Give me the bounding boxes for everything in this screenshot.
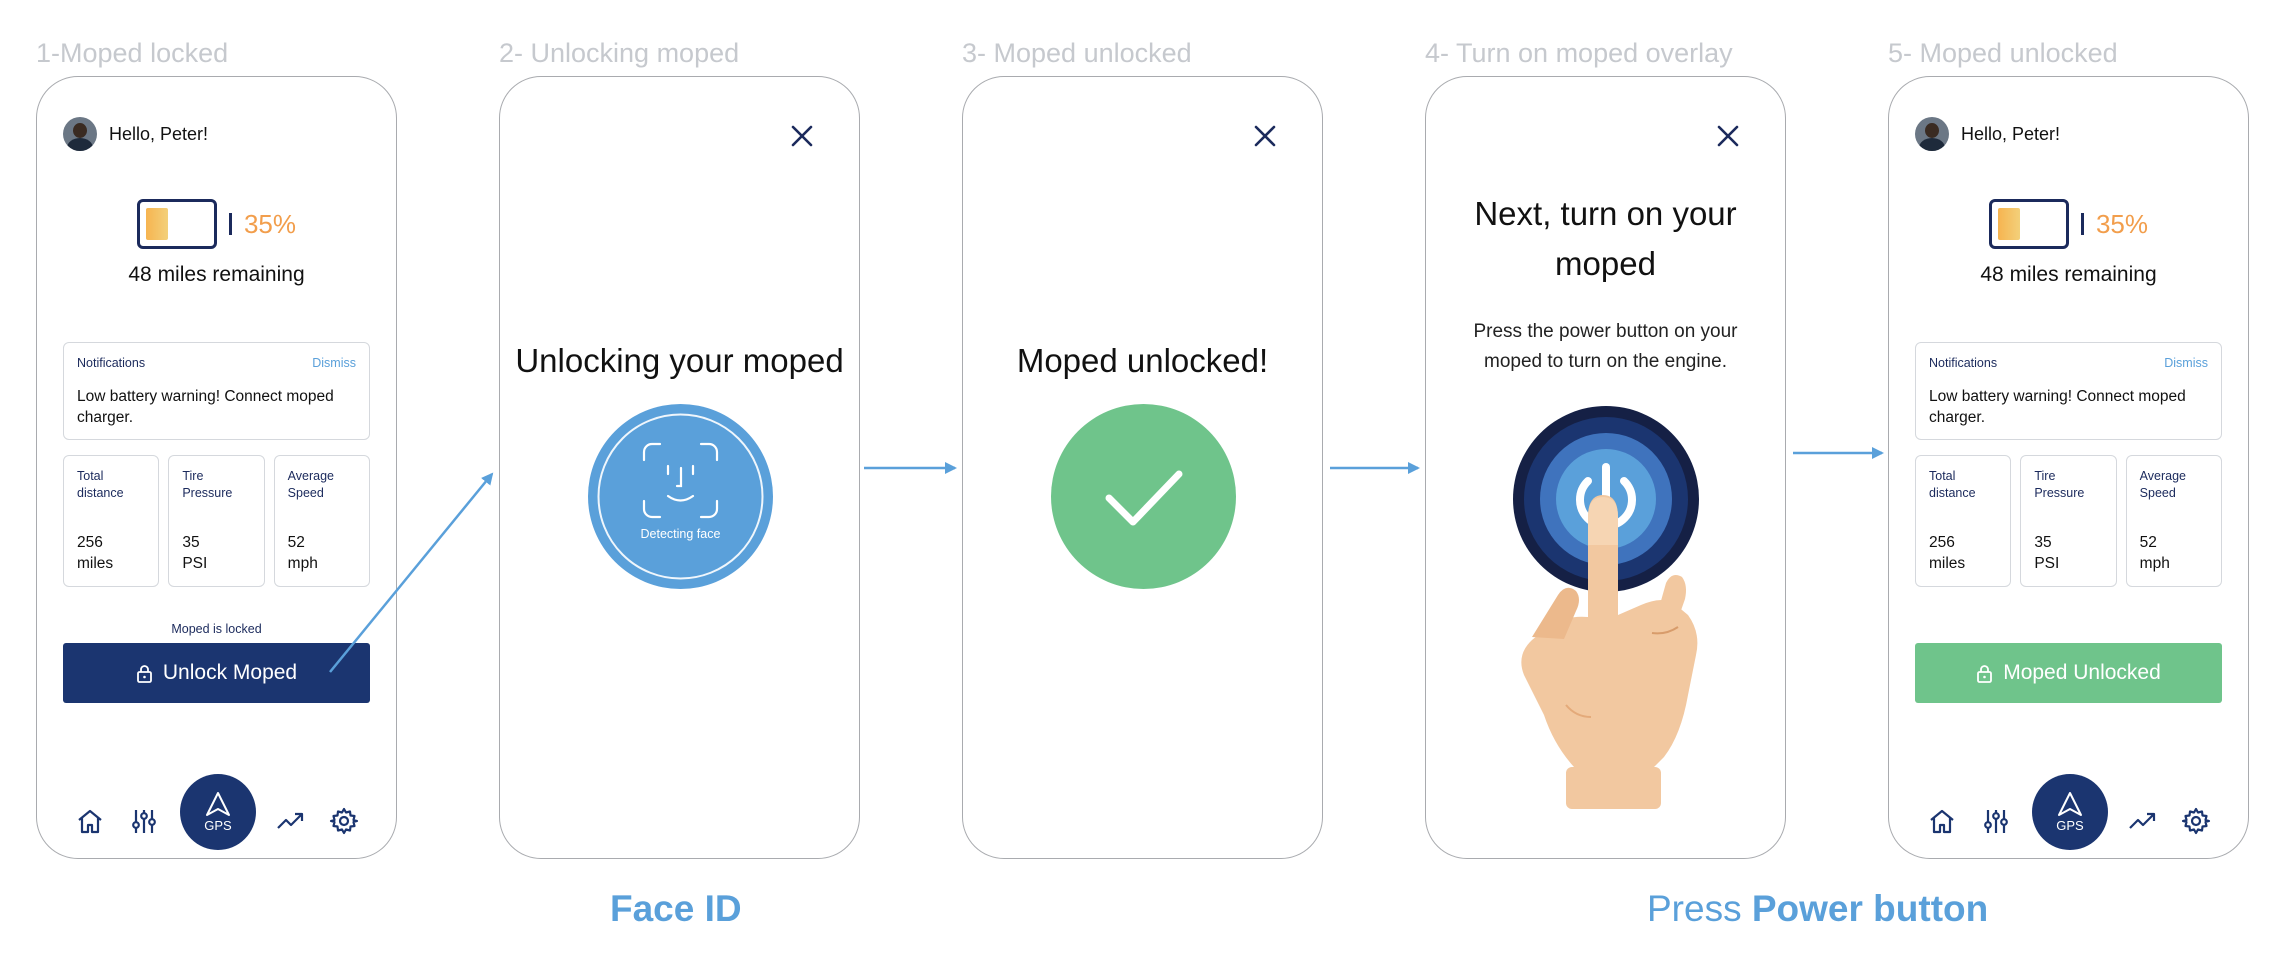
notification-card: Notifications Dismiss Low battery warnin… <box>63 342 370 440</box>
gps-button[interactable]: GPS <box>2032 774 2108 850</box>
stat-label: Total distance <box>1929 469 1976 500</box>
stats-row: Total distance 256 miles Tire Pressure 3… <box>1915 455 2222 587</box>
face-id-icon <box>597 413 764 580</box>
caption-power-button-text: Power button <box>1751 888 1989 929</box>
stat-value: 35 PSI <box>182 534 208 572</box>
trending-up-icon[interactable] <box>2127 806 2157 836</box>
dismiss-link[interactable]: Dismiss <box>2164 356 2208 370</box>
notification-message: Low battery warning! Connect moped charg… <box>77 388 334 426</box>
unlocked-title: Moped unlocked! <box>1016 342 1269 379</box>
stat-value: 35 PSI <box>2034 534 2060 572</box>
phone-screen-power-on: Next, turn on your moped Press the power… <box>1425 76 1786 859</box>
stat-value: 256 miles <box>1929 534 1966 572</box>
stat-label: Total distance <box>77 469 124 500</box>
gear-icon[interactable] <box>2181 806 2211 836</box>
phone-screen-unlocked: Moped unlocked! <box>962 76 1323 859</box>
caption-press-text: Press <box>1647 888 1742 929</box>
caption-press-power: Press Power button <box>1647 888 1988 930</box>
stat-card-speed: Average Speed 52 mph <box>273 455 370 587</box>
close-icon[interactable] <box>1715 123 1741 149</box>
unlocked-lock-icon <box>1977 664 1993 683</box>
detecting-face-label: Detecting face <box>640 527 721 541</box>
notification-title: Notifications <box>1929 356 1998 370</box>
notification-title: Notifications <box>77 356 146 370</box>
step-label-4: 4- Turn on moped overlay <box>1425 38 1733 68</box>
close-icon[interactable] <box>789 123 815 149</box>
greeting-text: Hello, Peter! <box>109 123 209 144</box>
stat-card-tire-pressure: Tire Pressure 35 PSI <box>2020 455 2117 587</box>
navigation-arrow-icon <box>2058 792 2082 816</box>
trending-up-icon[interactable] <box>275 806 305 836</box>
stat-card-distance: Total distance 256 miles <box>63 455 160 587</box>
face-detect-circle: Detecting face <box>588 404 773 589</box>
power-button-illustration <box>1513 406 1699 809</box>
avatar[interactable] <box>1915 117 1949 151</box>
power-title-line2: moped <box>1555 245 1656 282</box>
avatar[interactable] <box>63 117 97 151</box>
stat-card-distance: Total distance 256 miles <box>1915 455 2012 587</box>
step-label-1: 1-Moped locked <box>36 38 229 68</box>
dismiss-link[interactable]: Dismiss <box>312 356 356 370</box>
stat-label: Average Speed <box>2139 469 2186 500</box>
stat-label: Tire Pressure <box>182 469 233 500</box>
step-label-2: 2- Unlocking moped <box>499 38 740 68</box>
battery-indicator: 35% <box>37 199 396 249</box>
close-icon[interactable] <box>1252 123 1278 149</box>
step-label-3: 3- Moped unlocked <box>962 38 1192 68</box>
gps-button[interactable]: GPS <box>180 774 256 850</box>
battery-indicator: 35% <box>1889 199 2248 249</box>
navigation-arrow-icon <box>206 792 230 816</box>
battery-icon <box>136 199 217 249</box>
stat-value: 52 mph <box>2139 534 2170 572</box>
battery-percent: 35% <box>243 208 297 239</box>
greeting-row: Hello, Peter! <box>63 117 208 151</box>
unlock-moped-button[interactable]: Unlock Moped <box>63 643 370 703</box>
caption-face-id: Face ID <box>610 888 742 930</box>
greeting-row: Hello, Peter! <box>1915 117 2060 151</box>
notification-card: Notifications Dismiss Low battery warnin… <box>1915 342 2222 440</box>
sliders-icon[interactable] <box>1981 806 2011 836</box>
power-desc-line1: Press the power button on your <box>1473 321 1738 342</box>
home-icon[interactable] <box>75 806 105 836</box>
moped-unlocked-label: Moped Unlocked <box>2003 661 2161 684</box>
gps-label: GPS <box>204 818 232 833</box>
stat-value: 256 miles <box>77 534 114 572</box>
notification-message: Low battery warning! Connect moped charg… <box>1929 388 2186 426</box>
stat-value: 52 mph <box>287 534 318 572</box>
caption-face-id-text: Face ID <box>610 888 742 929</box>
stats-row: Total distance 256 miles Tire Pressure 3… <box>63 455 370 587</box>
miles-remaining: 48 miles remaining <box>128 263 305 286</box>
success-circle <box>1051 404 1236 589</box>
power-title-line1: Next, turn on your <box>1474 195 1737 232</box>
home-icon[interactable] <box>1927 806 1957 836</box>
battery-cap <box>2080 213 2084 235</box>
battery-icon <box>1988 199 2069 249</box>
step-label-5: 5- Moped unlocked <box>1888 38 2118 68</box>
unlocking-title: Unlocking your moped <box>515 342 844 379</box>
bottom-nav: GPS <box>1889 774 2248 858</box>
sliders-icon[interactable] <box>129 806 159 836</box>
stat-card-tire-pressure: Tire Pressure 35 PSI <box>168 455 265 587</box>
stat-label: Average Speed <box>287 469 334 500</box>
moped-unlocked-button[interactable]: Moped Unlocked <box>1915 643 2222 703</box>
bottom-nav: GPS <box>37 774 396 858</box>
phone-screen-unlocking: Unlocking your moped Detecting face <box>499 76 860 859</box>
stat-label: Tire Pressure <box>2034 469 2085 500</box>
lock-icon <box>136 664 152 683</box>
gps-label: GPS <box>2056 818 2084 833</box>
unlock-moped-label: Unlock Moped <box>162 661 298 684</box>
stat-card-speed: Average Speed 52 mph <box>2125 455 2222 587</box>
phone-screen-locked: Hello, Peter! 35% 48 miles remaining Not… <box>36 76 397 859</box>
battery-cap <box>228 213 232 235</box>
battery-percent: 35% <box>2095 208 2149 239</box>
lock-status-text: Moped is locked <box>171 622 262 636</box>
miles-remaining: 48 miles remaining <box>1980 263 2157 286</box>
phone-screen-unlocked-dashboard: Hello, Peter! 35% 48 miles remaining Not… <box>1888 76 2249 859</box>
gear-icon[interactable] <box>329 806 359 836</box>
greeting-text: Hello, Peter! <box>1961 123 2061 144</box>
power-desc-line2: moped to turn on the engine. <box>1484 351 1727 372</box>
checkmark-icon <box>1105 470 1183 526</box>
